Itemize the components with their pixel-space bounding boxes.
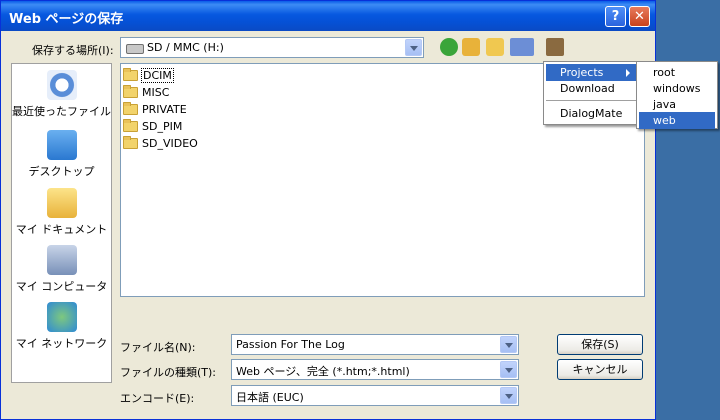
place-label: マイ ネットワーク — [15, 337, 108, 350]
filename-label: ファイル名(N): — [120, 341, 196, 354]
filetype-label: ファイルの種類(T): — [120, 366, 217, 379]
place-recent[interactable]: 最近使ったファイル — [12, 70, 111, 119]
network-icon — [46, 302, 77, 332]
folder-icon — [123, 135, 138, 149]
menu-item-web[interactable]: web — [639, 112, 715, 129]
encoding-value: 日本語 (EUC) — [236, 391, 304, 404]
file-name: SD_PIM — [142, 119, 183, 133]
filetype-select[interactable]: Web ページ、完全 (*.htm;*.html) — [231, 359, 519, 380]
menu-item-label: Projects — [560, 66, 604, 79]
menu-item-root[interactable]: root — [639, 64, 715, 81]
location-label: 保存する場所(I): — [32, 44, 114, 57]
tools-menu: Projects Download DialogMate — [543, 61, 639, 125]
places-bar: 最近使ったファイル デスクトップ マイ ドキュメント マイ コンピュータ マイ … — [11, 63, 112, 383]
drive-icon — [126, 44, 144, 54]
menu-item-label: DialogMate — [560, 107, 623, 120]
place-label: デスクトップ — [28, 165, 95, 178]
tools-icon[interactable] — [546, 38, 564, 56]
chevron-down-icon[interactable] — [500, 387, 517, 404]
file-name: MISC — [142, 85, 170, 99]
place-network[interactable]: マイ ネットワーク — [12, 302, 111, 351]
filetype-value: Web ページ、完全 (*.htm;*.html) — [236, 365, 410, 378]
folder-icon — [123, 67, 138, 81]
new-folder-icon[interactable] — [486, 38, 504, 56]
place-computer[interactable]: マイ コンピュータ — [12, 245, 111, 294]
folder-icon — [123, 118, 138, 132]
place-label: 最近使ったファイル — [12, 105, 111, 118]
chevron-down-icon[interactable] — [500, 336, 517, 353]
list-item[interactable]: DCIM — [123, 67, 174, 83]
file-name: SD_VIDEO — [142, 136, 198, 150]
list-item[interactable]: SD_VIDEO — [123, 135, 199, 151]
help-button[interactable]: ? — [605, 6, 626, 27]
close-icon: ✕ — [634, 9, 645, 24]
save-button[interactable]: 保存(S) — [557, 334, 643, 355]
menu-item-java[interactable]: java — [639, 96, 715, 113]
question-icon: ? — [611, 9, 620, 24]
encoding-label: エンコード(E): — [120, 392, 195, 405]
location-value: SD / MMC (H:) — [147, 41, 224, 54]
view-menu-icon[interactable] — [510, 38, 534, 56]
place-desktop[interactable]: デスクトップ — [12, 130, 111, 179]
documents-icon — [46, 188, 77, 218]
filename-value: Passion For The Log — [236, 338, 345, 351]
place-label: マイ ドキュメント — [15, 223, 108, 236]
list-item[interactable]: SD_PIM — [123, 118, 183, 134]
list-item[interactable]: PRIVATE — [123, 101, 188, 117]
filename-input[interactable]: Passion For The Log — [231, 334, 519, 355]
place-documents[interactable]: マイ ドキュメント — [12, 188, 111, 237]
folder-icon — [123, 84, 138, 98]
menu-separator — [546, 100, 636, 101]
file-name: DCIM — [141, 67, 174, 83]
chevron-right-icon — [626, 69, 630, 77]
back-icon[interactable] — [440, 38, 458, 56]
list-item[interactable]: MISC — [123, 84, 170, 100]
clock-icon — [46, 70, 77, 100]
menu-item-dialogmate[interactable]: DialogMate — [546, 105, 636, 122]
chevron-down-icon[interactable] — [500, 361, 517, 378]
computer-icon — [46, 245, 77, 275]
close-button[interactable]: ✕ — [629, 6, 650, 27]
cancel-button[interactable]: キャンセル — [557, 359, 643, 380]
menu-item-windows[interactable]: windows — [639, 80, 715, 97]
title-bar[interactable]: Web ページの保存 ? ✕ — [1, 1, 655, 31]
up-folder-icon[interactable] — [462, 38, 480, 56]
folder-icon — [123, 101, 138, 115]
place-label: マイ コンピュータ — [15, 280, 108, 293]
location-select[interactable]: SD / MMC (H:) — [120, 37, 424, 58]
menu-item-label: Download — [560, 82, 615, 95]
file-name: PRIVATE — [142, 102, 187, 116]
projects-submenu: root windows java web — [636, 61, 718, 129]
desktop-icon — [46, 130, 77, 160]
menu-item-download[interactable]: Download — [546, 80, 636, 97]
encoding-select[interactable]: 日本語 (EUC) — [231, 385, 519, 406]
window-title: Web ページの保存 — [9, 12, 124, 27]
chevron-down-icon[interactable] — [405, 39, 422, 56]
menu-item-projects[interactable]: Projects — [546, 64, 636, 81]
